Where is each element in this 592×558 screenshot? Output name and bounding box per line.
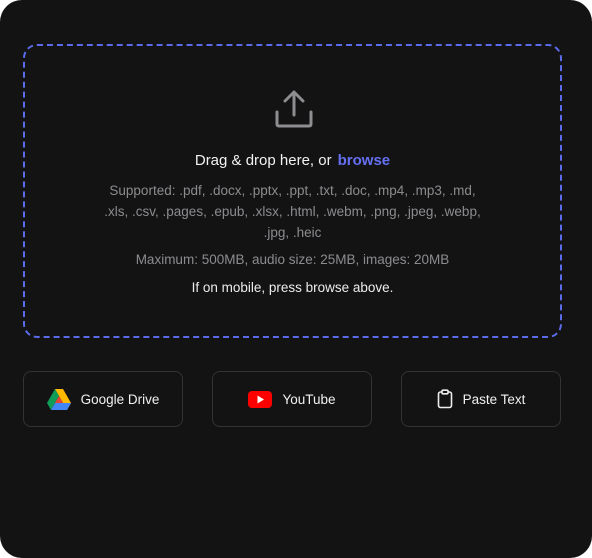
google-drive-button[interactable]: Google Drive [23, 371, 183, 427]
browse-link[interactable]: browse [338, 152, 391, 169]
dropzone-headline: Drag & drop here, or browse [25, 151, 560, 171]
youtube-icon [248, 390, 273, 408]
paste-text-label: Paste Text [462, 391, 526, 407]
mobile-hint-text: If on mobile, press browse above. [191, 280, 394, 295]
file-dropzone[interactable]: Drag & drop here, or browse Supported: .p… [23, 44, 562, 338]
youtube-label: YouTube [282, 391, 336, 407]
upload-icon [275, 90, 313, 128]
google-drive-icon [46, 388, 71, 410]
dropzone-headline-text: Drag & drop here, or [194, 152, 332, 169]
paste-text-button[interactable]: Paste Text [401, 371, 561, 427]
size-limits-text: Maximum: 500MB, audio size: 25MB, images… [135, 252, 450, 267]
upload-card: Drag & drop here, or browse Supported: .p… [0, 0, 592, 558]
youtube-button[interactable]: YouTube [212, 371, 372, 427]
clipboard-icon [437, 389, 453, 409]
google-drive-label: Google Drive [80, 391, 160, 407]
supported-formats-text: Supported: .pdf, .docx, .pptx, .ppt, .tx… [104, 183, 481, 240]
